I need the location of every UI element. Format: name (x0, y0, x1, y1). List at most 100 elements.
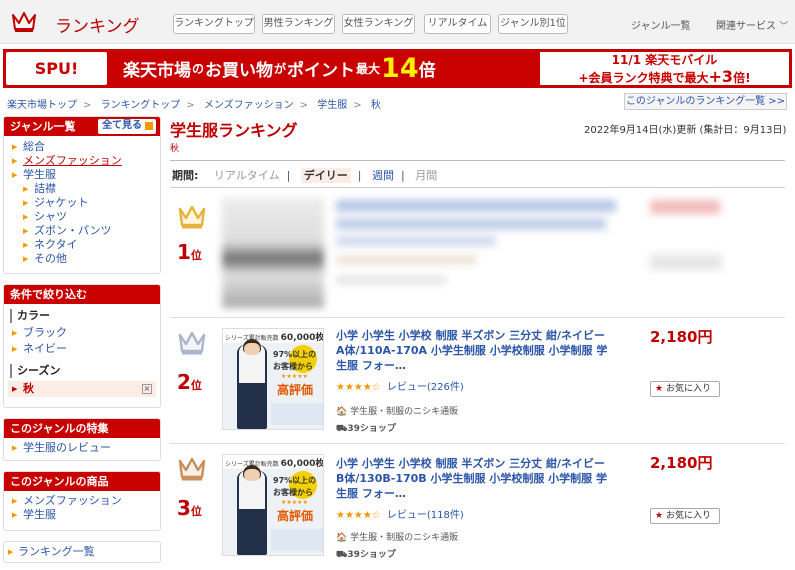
tab-realtime[interactable]: リアルタイム (424, 14, 491, 34)
feature-box: このジャンルの特集 ▶ 学生服のレビュー (3, 418, 161, 461)
update-date: 2022年9月14日(水)更新 (集計日：9月13日) (584, 125, 787, 136)
banner-big-number: 14 (381, 53, 419, 84)
period-weekly[interactable]: 週間 (372, 169, 394, 182)
genre-products-header: このジャンルの商品 (4, 472, 160, 491)
sidebar-genre-item[interactable]: ▶ 詰襟 (4, 182, 160, 196)
breadcrumb-autumn[interactable]: 秋 (371, 100, 381, 111)
ranking-item: 3位 シリーズ累計販売数 60,000枚突破 97%以上の お客様から ★★★★… (170, 444, 785, 570)
img-customer: お客様から (273, 362, 313, 371)
ranking-list-link[interactable]: ▶ ランキング一覧 (4, 545, 160, 559)
rating-stars-icon: ★★★★☆ (336, 510, 381, 521)
arrow-icon: ▶ (23, 227, 29, 235)
season-autumn-label: 秋 (23, 382, 34, 395)
tab-genre-first[interactable]: ジャンル別1位 (498, 14, 568, 34)
banner-text-3: お買い物 (205, 61, 274, 81)
arrow-icon: ▶ (12, 171, 18, 179)
crown-logo-icon[interactable] (11, 11, 37, 33)
period-realtime[interactable]: リアルタイム (214, 169, 280, 182)
tab-men-ranking[interactable]: 男性ランキング (262, 14, 335, 34)
product-price: 2,180円 (650, 454, 713, 472)
period-daily[interactable]: デイリー (300, 168, 351, 183)
shop-name-label: 学生服・制服のニシキ通販 (350, 407, 459, 417)
banner-text-1: 楽天市場 (123, 61, 191, 81)
img-badge: 60,000枚突破 (280, 459, 324, 469)
sidebar-genre-label: ズボン・パンツ (34, 224, 112, 237)
img-percent: 97%以上の (273, 476, 317, 485)
related-services-menu[interactable]: 関連サービス ﹀ (716, 17, 788, 32)
filter-header: 条件で絞り込む (4, 285, 160, 304)
product-link-uniform[interactable]: ▶ 学生服 (4, 508, 160, 522)
shipping-badge: ⛟39ショップ (336, 421, 396, 435)
gold-crown-icon (178, 205, 206, 229)
breadcrumb-ranking-top[interactable]: ランキングトップ (101, 100, 181, 111)
arrow-icon: ▶ (12, 385, 18, 393)
breadcrumb-school-uniform[interactable]: 学生服 (317, 100, 347, 111)
banner-main-text: 楽天市場のお買い物がポイント最大14倍 (123, 53, 436, 84)
genre-list-link[interactable]: ジャンル一覧 (631, 17, 691, 32)
review-count-link[interactable]: レビュー(118件) (387, 510, 464, 521)
spu-logo: SPU! (6, 52, 107, 85)
arrow-icon: ▶ (12, 329, 18, 337)
breadcrumb-rakuten-top[interactable]: 楽天市場トップ (7, 100, 77, 111)
selected-season-autumn[interactable]: ▶ 秋 × (8, 381, 156, 397)
rank-number: 1位 (177, 240, 202, 264)
genre-ranking-list-button[interactable]: このジャンルのランキング一覧 >> (624, 93, 787, 110)
color-black[interactable]: ▶ ブラック (4, 326, 160, 340)
sidebar-genre-item[interactable]: ▶ 総合 (4, 140, 160, 154)
sidebar-genre-label: ネクタイ (34, 238, 78, 251)
sidebar-genre-item[interactable]: ▶ ジャケット (4, 196, 160, 210)
sidebar-genre-item[interactable]: ▶ その他 (4, 252, 160, 266)
shop-icon: 🏠 (336, 407, 348, 417)
tab-ranking-top[interactable]: ランキングトップ (173, 14, 255, 34)
favorite-button[interactable]: ★ お気に入り (650, 508, 720, 524)
rank-suffix: 位 (190, 379, 202, 392)
blurred-title (336, 218, 606, 230)
promo-banner[interactable]: SPU! 楽天市場のお買い物がポイント最大14倍 11/1 楽天モバイル +会員… (3, 49, 792, 88)
period-monthly[interactable]: 月間 (415, 169, 437, 182)
page-title: 学生服ランキング (170, 121, 298, 140)
sidebar-genre-item[interactable]: ▶ 学生服 (4, 168, 160, 182)
sidebar-genre-label: 学生服 (23, 168, 56, 181)
review-count-link[interactable]: レビュー(226件) (387, 382, 464, 393)
see-all-button[interactable]: 全て見る (98, 119, 156, 134)
blurred-product-image[interactable] (222, 198, 324, 308)
sidebar-genre-item[interactable]: ▶ ネクタイ (4, 238, 160, 252)
rank-number-value: 1 (177, 240, 191, 264)
rank-number: 3位 (177, 496, 202, 520)
feature-review-link[interactable]: ▶ 学生服のレビュー (4, 441, 160, 455)
img-eval: 高評価 (277, 383, 314, 397)
blurred-price (650, 200, 720, 214)
sidebar-genre-item[interactable]: ▶ シャツ (4, 210, 160, 224)
genre-list-box: ジャンル一覧 全て見る ▶ 総合 ▶ メンズファッション ▶ 学生服 ▶ 詰襟 ▶ ジャケット ▶ シ… (3, 116, 161, 274)
product-image[interactable]: シリーズ累計販売数 60,000枚突破 97%以上の お客様から ★★★★★ 高… (222, 328, 324, 430)
product-title-link[interactable]: 小学 小学生 小学校 制服 半ズボン 三分丈 紺/ネイビー B体/130B-17… (336, 456, 616, 501)
ranking-item: 1位 (170, 190, 785, 318)
banner-text-5: ポイント (287, 61, 356, 81)
shop-name[interactable]: 🏠 学生服・制服のニシキ通販 (336, 404, 458, 417)
review-rating: ★★★★☆ レビュー(226件) (336, 378, 464, 393)
rank-suffix: 位 (190, 505, 202, 518)
favorite-button[interactable]: ★ お気に入り (650, 381, 720, 397)
genre-products-box: このジャンルの商品 ▶ メンズファッション ▶ 学生服 (3, 471, 161, 531)
arrow-icon: ▶ (12, 143, 18, 151)
product-link-mens[interactable]: ▶ メンズファッション (4, 494, 160, 508)
clear-filter-icon[interactable]: × (142, 384, 152, 394)
breadcrumb-mens-fashion[interactable]: メンズファッション (204, 100, 294, 111)
shipping-label: 39ショップ (347, 550, 396, 560)
favorite-label: お気に入り (665, 384, 711, 394)
product-mens-label: メンズファッション (23, 494, 122, 507)
sidebar-genre-item[interactable]: ▶ ズボン・パンツ (4, 224, 160, 238)
product-title-link[interactable]: 小学 小学生 小学校 制服 半ズボン 三分丈 紺/ネイビー A体/110A-17… (336, 328, 616, 373)
banner-text-2: の (192, 62, 205, 76)
tab-women-ranking[interactable]: 女性ランキング (342, 14, 415, 34)
logo-text[interactable]: ランキング (55, 12, 140, 37)
blurred-title[interactable] (336, 200, 616, 212)
rank-number: 2位 (177, 370, 202, 394)
banner-suffix: 倍 (418, 61, 436, 81)
sidebar-genre-item[interactable]: ▶ メンズファッション (4, 154, 160, 168)
genre-items: ▶ 総合 ▶ メンズファッション ▶ 学生服 ▶ 詰襟 ▶ ジャケット ▶ シャツ ▶ ズボン・パンツ ▶ ネ… (4, 136, 160, 266)
arrow-icon: ▶ (23, 199, 29, 207)
product-image[interactable]: シリーズ累計販売数 60,000枚突破 97%以上の お客様から ★★★★★ 高… (222, 454, 324, 556)
color-navy[interactable]: ▶ ネイビー (4, 342, 160, 356)
shop-name[interactable]: 🏠 学生服・制服のニシキ通販 (336, 530, 458, 543)
